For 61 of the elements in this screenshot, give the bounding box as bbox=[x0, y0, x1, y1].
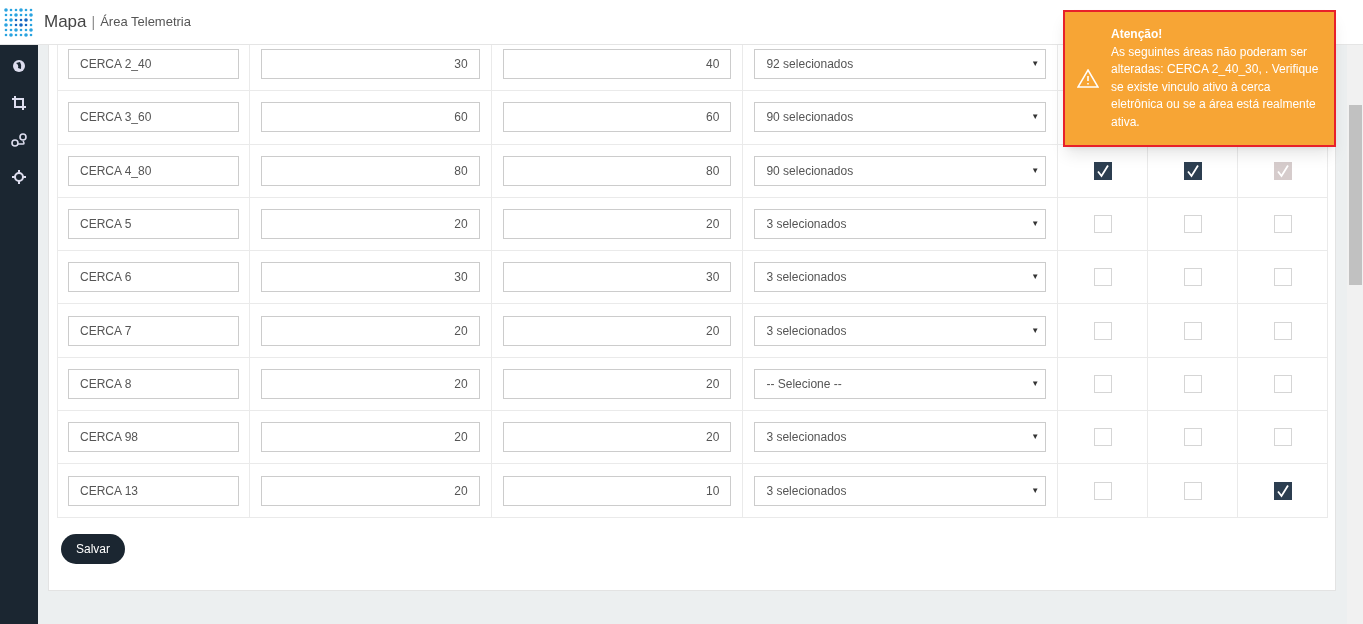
max-field[interactable]: 80 bbox=[502, 155, 732, 186]
title-separator: | bbox=[91, 12, 96, 32]
max-field[interactable]: 30 bbox=[502, 262, 732, 293]
select-dropdown[interactable]: 90 selecionados ▼ bbox=[754, 102, 1047, 133]
crop-icon[interactable] bbox=[12, 96, 26, 110]
toast-title: Atenção! bbox=[1111, 26, 1164, 43]
save-button[interactable]: Salvar bbox=[61, 533, 125, 564]
name-field[interactable]: CERCA 98 bbox=[68, 422, 239, 453]
min-field[interactable]: 80 bbox=[260, 155, 480, 186]
max-field[interactable]: 40 bbox=[502, 49, 732, 80]
name-field[interactable]: CERCA 2_40 bbox=[68, 49, 239, 80]
select-dropdown[interactable]: 3 selecionados ▼ bbox=[754, 475, 1047, 506]
caret-icon: ▼ bbox=[1031, 164, 1040, 177]
caret-icon: ▼ bbox=[1031, 484, 1040, 497]
name-field[interactable]: CERCA 5 bbox=[68, 209, 239, 240]
name-field[interactable]: CERCA 13 bbox=[68, 475, 239, 506]
page-title: Mapa bbox=[44, 11, 87, 34]
min-field[interactable]: 30 bbox=[260, 262, 480, 293]
min-field[interactable]: 20 bbox=[260, 315, 480, 346]
select-dropdown[interactable]: 90 selecionados ▼ bbox=[754, 155, 1047, 186]
max-field[interactable]: 20 bbox=[502, 209, 732, 240]
crosshair-icon[interactable] bbox=[12, 170, 26, 184]
name-field[interactable]: CERCA 3_60 bbox=[68, 102, 239, 133]
max-field[interactable]: 20 bbox=[502, 422, 732, 453]
scrollbar-thumb[interactable] bbox=[1348, 105, 1362, 285]
caret-icon: ▼ bbox=[1031, 111, 1040, 124]
page-subtitle: Área Telemetria bbox=[100, 13, 191, 32]
select-dropdown[interactable]: 3 selecionados ▼ bbox=[754, 262, 1047, 293]
min-field[interactable]: 20 bbox=[260, 422, 480, 453]
min-field[interactable]: 20 bbox=[260, 368, 480, 399]
min-field[interactable]: 20 bbox=[260, 209, 480, 240]
select-dropdown[interactable]: 3 selecionados ▼ bbox=[754, 209, 1047, 240]
checkbox[interactable] bbox=[1093, 161, 1112, 180]
caret-icon: ▼ bbox=[1031, 58, 1040, 71]
name-field[interactable]: CERCA 8 bbox=[68, 368, 239, 399]
logo-icon bbox=[3, 7, 33, 37]
max-field[interactable]: 20 bbox=[502, 368, 732, 399]
max-field[interactable]: 20 bbox=[502, 315, 732, 346]
min-field[interactable]: 20 bbox=[260, 475, 480, 506]
min-field[interactable]: 30 bbox=[260, 49, 480, 80]
max-field[interactable]: 10 bbox=[502, 475, 732, 506]
name-field[interactable]: CERCA 4_80 bbox=[68, 155, 239, 186]
select-dropdown[interactable]: 92 selecionados ▼ bbox=[754, 49, 1047, 80]
caret-icon: ▼ bbox=[1031, 377, 1040, 390]
select-dropdown[interactable]: 3 selecionados ▼ bbox=[754, 315, 1047, 346]
globe-icon[interactable] bbox=[12, 59, 26, 73]
warning-icon bbox=[1077, 69, 1099, 88]
name-field[interactable]: CERCA 6 bbox=[68, 262, 239, 293]
name-field[interactable]: CERCA 7 bbox=[68, 315, 239, 346]
max-field[interactable]: 60 bbox=[502, 102, 732, 133]
route-icon[interactable] bbox=[11, 133, 27, 147]
checkbox[interactable] bbox=[1183, 161, 1202, 180]
toast-message: As seguintes áreas não poderam ser alteradas: CERCA 2_40_30, . Verifique se existe vinculo ativo à cerca eletrônica ou se a área está realmente ativa. bbox=[1111, 43, 1320, 131]
caret-icon: ▼ bbox=[1031, 431, 1040, 444]
min-field[interactable]: 60 bbox=[260, 102, 480, 133]
caret-icon: ▼ bbox=[1031, 271, 1040, 284]
caret-icon: ▼ bbox=[1031, 218, 1040, 231]
caret-icon: ▼ bbox=[1031, 324, 1040, 337]
select-dropdown[interactable]: -- Selecione -- ▼ bbox=[754, 368, 1047, 399]
select-dropdown[interactable]: 3 selecionados ▼ bbox=[754, 422, 1047, 453]
checkbox[interactable] bbox=[1273, 481, 1292, 500]
